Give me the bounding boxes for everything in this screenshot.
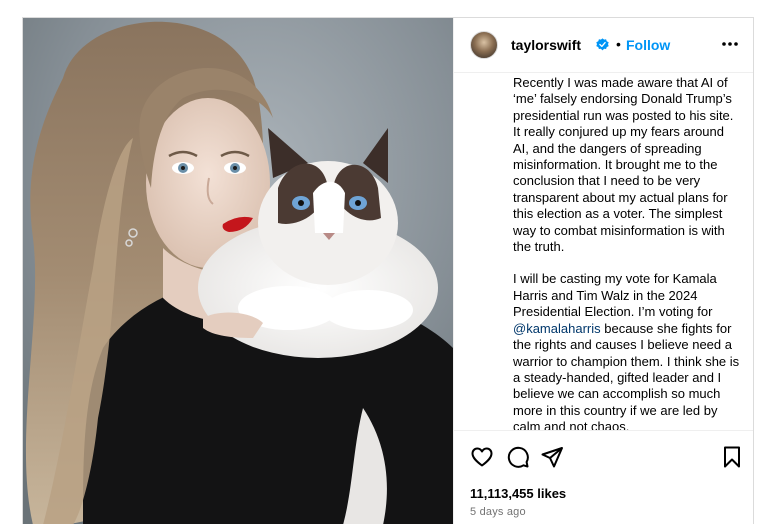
post-image[interactable] [23, 18, 453, 524]
comment-icon[interactable] [506, 445, 530, 469]
avatar[interactable] [470, 31, 498, 59]
share-icon[interactable] [540, 445, 564, 469]
post-header: taylorswift • Follow [454, 18, 753, 73]
username-link[interactable]: taylorswift [511, 37, 581, 53]
caption-paragraph-2: I will be casting my vote for Kamala Har… [513, 271, 741, 430]
caption-text: I will be casting my vote for Kamala Har… [513, 271, 717, 320]
bookmark-icon[interactable] [720, 445, 744, 469]
caption-paragraph-1: Recently I was made aware that AI of ‘me… [513, 75, 734, 255]
separator-dot: • [616, 36, 621, 52]
mention-link[interactable]: @kamalaharris [513, 321, 601, 336]
instagram-post: taylorswift • Follow Recently I was made… [22, 17, 754, 524]
caption-text: because she fights for the rights and ca… [513, 320, 740, 430]
post-caption: Recently I was made aware that AI of ‘me… [513, 75, 741, 430]
follow-button[interactable]: Follow [626, 37, 670, 53]
photo-illustration [23, 18, 453, 524]
post-actions: 11,113,455 likes 5 days ago [454, 430, 753, 524]
heart-icon[interactable] [470, 445, 494, 469]
verified-badge-icon [596, 38, 609, 51]
more-horizontal-icon[interactable] [720, 34, 740, 54]
post-timestamp[interactable]: 5 days ago [470, 506, 526, 518]
likes-count[interactable]: 11,113,455 likes [470, 486, 566, 501]
post-sidebar: taylorswift • Follow Recently I was made… [453, 18, 753, 524]
